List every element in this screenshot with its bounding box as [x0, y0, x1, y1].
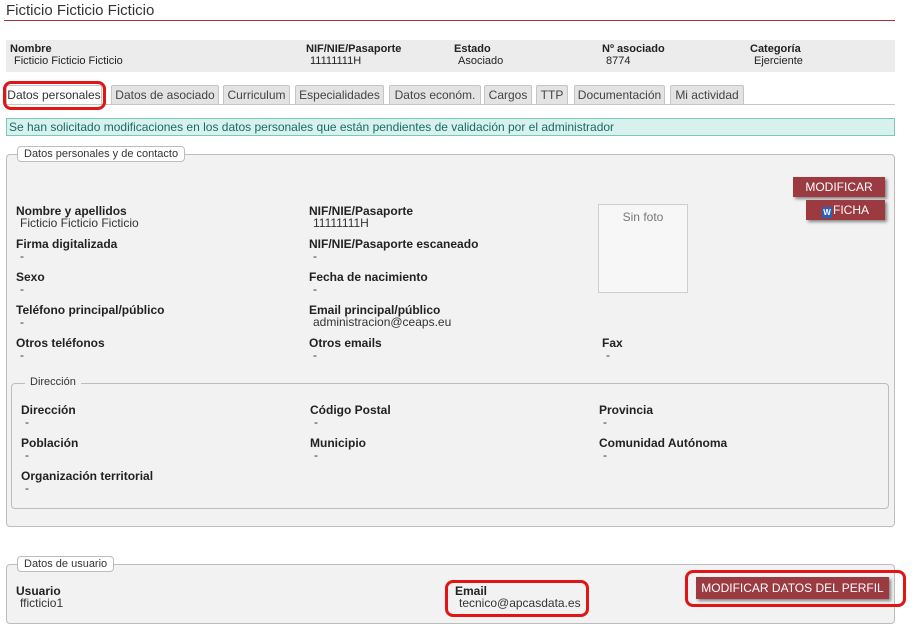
user-data-legend: Datos de usuario — [17, 556, 115, 572]
field-label: Fecha de nacimiento — [309, 270, 428, 284]
member-summary: Nombre Ficticio Ficticio Ficticio NIF/NI… — [6, 40, 895, 72]
field-label: Firma digitalizada — [16, 237, 118, 251]
modificar-button[interactable]: MODIFICAR — [793, 177, 885, 197]
word-document-icon: W — [822, 207, 832, 218]
field-email-principal: Email principal/público administracion@c… — [309, 304, 451, 328]
field-value: - — [313, 249, 317, 263]
field-poblacion: Población - — [21, 437, 78, 461]
field-provincia: Provincia - — [599, 404, 653, 428]
field-organizacion-territorial: Organización territorial - — [21, 470, 153, 494]
summary-nif-value: 11111111H — [310, 55, 362, 67]
summary-categoria: Categoría Ejerciente — [750, 43, 803, 67]
field-value: - — [20, 348, 24, 362]
field-municipio: Municipio - — [310, 437, 366, 461]
field-otros-emails: Otros emails - — [309, 337, 382, 361]
tab-documentacion[interactable]: Documentación — [574, 85, 665, 104]
summary-nif-label: NIF/NIE/Pasaporte — [306, 43, 402, 55]
title-divider — [4, 20, 895, 21]
field-value: tecnico@apcasdata.es — [459, 596, 581, 610]
field-value: 11111111H — [313, 216, 369, 230]
field-value: administracion@ceaps.eu — [313, 315, 452, 329]
ficha-button-label: FICHA — [833, 203, 869, 217]
field-label: Provincia — [599, 403, 654, 417]
profile-photo-placeholder: Sin foto — [598, 204, 688, 293]
field-label: Otros emails — [309, 336, 382, 350]
tab-cargos[interactable]: Cargos — [484, 85, 532, 104]
field-fecha-nacimiento: Fecha de nacimiento - — [309, 271, 428, 295]
field-otros-telefonos: Otros teléfonos - — [16, 337, 105, 361]
page-title: Ficticio Ficticio Ficticio — [6, 2, 155, 19]
field-direccion: Dirección - — [21, 404, 76, 428]
field-value: - — [25, 481, 29, 495]
field-value: - — [20, 249, 24, 263]
tab-datos-asociado[interactable]: Datos de asociado — [111, 85, 219, 104]
modificar-perfil-button[interactable]: MODIFICAR DATOS DEL PERFIL — [696, 577, 889, 599]
summary-nombre-value: Ficticio Ficticio Ficticio — [14, 55, 123, 67]
tab-datos-personales[interactable]: Datos personales — [6, 85, 102, 104]
field-codigo-postal: Código Postal - — [310, 404, 391, 428]
field-firma: Firma digitalizada - — [16, 238, 117, 262]
field-value: - — [20, 315, 24, 329]
tab-especialidades[interactable]: Especialidades — [295, 85, 384, 104]
summary-asociado-label: Nº asociado — [602, 43, 665, 55]
field-value: - — [25, 448, 29, 462]
summary-nif: NIF/NIE/Pasaporte 11111111H — [306, 43, 401, 67]
field-value: - — [313, 282, 317, 296]
field-value: - — [20, 282, 24, 296]
summary-categoria-value: Ejerciente — [754, 55, 803, 67]
field-value: - — [314, 415, 318, 429]
field-label: Otros teléfonos — [16, 336, 105, 350]
field-value: - — [603, 415, 607, 429]
ficha-button[interactable]: W FICHA — [806, 200, 885, 220]
field-value: - — [314, 448, 318, 462]
field-fax: Fax - — [602, 337, 623, 361]
tabs-divider — [6, 104, 895, 105]
field-user-email: Email tecnico@apcasdata.es — [455, 585, 581, 609]
pending-validation-notice: Se han solicitado modificaciones en los … — [6, 118, 895, 136]
field-label: Dirección — [21, 403, 76, 417]
field-value: - — [313, 348, 317, 362]
field-usuario: Usuario fficticio1 — [16, 585, 63, 609]
field-label: Población — [21, 436, 79, 450]
address-legend: Dirección — [25, 376, 81, 388]
field-value: - — [606, 348, 610, 362]
tab-mi-actividad[interactable]: Mi actividad — [670, 85, 744, 104]
field-label: Comunidad Autónoma — [599, 436, 728, 450]
summary-asociado: Nº asociado 8774 — [602, 43, 665, 67]
summary-estado: Estado Asociado — [454, 43, 503, 67]
summary-nombre-label: Nombre — [10, 43, 52, 55]
field-label: Municipio — [310, 436, 366, 450]
field-telefono: Teléfono principal/público - — [16, 304, 164, 328]
field-nif: NIF/NIE/Pasaporte 11111111H — [309, 205, 413, 229]
tab-curriculum[interactable]: Curriculum — [223, 85, 290, 104]
field-label: NIF/NIE/Pasaporte escaneado — [309, 237, 479, 251]
summary-asociado-value: 8774 — [606, 55, 631, 67]
summary-nombre: Nombre Ficticio Ficticio Ficticio — [10, 43, 123, 67]
field-sexo: Sexo - — [16, 271, 45, 295]
field-value: - — [25, 415, 29, 429]
field-label: Teléfono principal/público — [16, 303, 165, 317]
field-value: - — [603, 448, 607, 462]
tab-datos-economicos[interactable]: Datos económ. — [389, 85, 481, 104]
summary-estado-value: Asociado — [458, 55, 504, 67]
summary-categoria-label: Categoría — [750, 43, 801, 55]
personal-data-legend: Datos personales y de contacto — [17, 146, 186, 162]
summary-estado-label: Estado — [454, 43, 491, 55]
tab-ttp[interactable]: TTP — [536, 85, 568, 104]
field-value: fficticio1 — [20, 596, 64, 610]
field-label: Código Postal — [310, 403, 391, 417]
field-comunidad-autonoma: Comunidad Autónoma - — [599, 437, 727, 461]
field-value: Ficticio Ficticio Ficticio — [20, 216, 139, 230]
field-nombre-apellidos: Nombre y apellidos Ficticio Ficticio Fic… — [16, 205, 139, 229]
field-label: Organización territorial — [21, 469, 154, 483]
field-nif-escaneado: NIF/NIE/Pasaporte escaneado - — [309, 238, 478, 262]
